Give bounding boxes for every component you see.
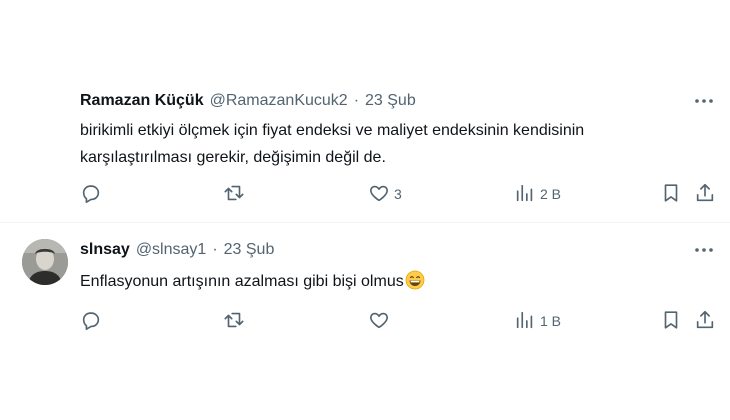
grinning-face-emoji-icon xyxy=(405,270,425,290)
share-button[interactable] xyxy=(694,182,716,206)
view-count: 1 B xyxy=(540,313,562,329)
views-button[interactable]: 2 B xyxy=(514,182,561,206)
share-icon xyxy=(694,309,716,334)
like-count: 3 xyxy=(394,186,402,202)
reply-icon xyxy=(80,309,102,334)
bookmark-button[interactable] xyxy=(660,182,682,206)
reply-icon xyxy=(80,182,102,207)
like-icon xyxy=(368,309,390,334)
reply-button[interactable] xyxy=(80,309,102,333)
bookmark-icon xyxy=(660,182,682,207)
views-icon xyxy=(514,309,536,334)
retweet-button[interactable] xyxy=(223,182,245,206)
author-name[interactable]: slnsay xyxy=(80,241,130,259)
views-button[interactable]: 1 B xyxy=(514,309,561,333)
more-icon[interactable] xyxy=(692,240,716,260)
view-count: 2 B xyxy=(540,186,562,202)
tweet[interactable]: slnsay @slnsay1 · 23 Şub Enflasyonun art… xyxy=(0,222,730,352)
bookmark-icon xyxy=(660,309,682,334)
author-name[interactable]: Ramazan Küçük xyxy=(80,92,204,110)
views-icon xyxy=(514,182,536,207)
tweet-actions: 3 2 B xyxy=(80,182,720,206)
author-handle[interactable]: @RamazanKucuk2 xyxy=(210,92,348,110)
tweet-text-container: Enflasyonun artışının azalması gibi bişi… xyxy=(80,268,700,295)
like-button[interactable]: 3 xyxy=(368,182,402,206)
tweet[interactable]: Ramazan Küçük @RamazanKucuk2 · 23 Şub bi… xyxy=(0,0,730,222)
separator-dot: · xyxy=(353,92,360,109)
avatar[interactable] xyxy=(22,239,68,285)
bookmark-button[interactable] xyxy=(660,309,682,333)
author-handle[interactable]: @slnsay1 xyxy=(136,241,207,259)
share-button[interactable] xyxy=(694,309,716,333)
like-icon xyxy=(368,182,390,207)
tweet-date[interactable]: 23 Şub xyxy=(365,92,416,110)
share-icon xyxy=(694,182,716,207)
tweet-text: birikimli etkiyi ölçmek için fiyat endek… xyxy=(80,122,585,166)
tweet-header: slnsay @slnsay1 · 23 Şub xyxy=(80,241,274,259)
reply-button[interactable] xyxy=(80,182,102,206)
tweet-actions: 1 B xyxy=(80,309,720,333)
tweet-text: Enflasyonun artışının azalması gibi bişi… xyxy=(80,273,404,290)
retweet-button[interactable] xyxy=(223,309,245,333)
separator-dot: · xyxy=(212,241,218,258)
retweet-icon xyxy=(223,182,245,207)
like-button[interactable] xyxy=(368,309,394,333)
tweet-header: Ramazan Küçük @RamazanKucuk2 · 23 Şub xyxy=(80,92,416,110)
retweet-icon xyxy=(223,309,245,334)
tweet-date[interactable]: 23 Şub xyxy=(224,241,275,259)
more-icon[interactable] xyxy=(692,91,716,111)
